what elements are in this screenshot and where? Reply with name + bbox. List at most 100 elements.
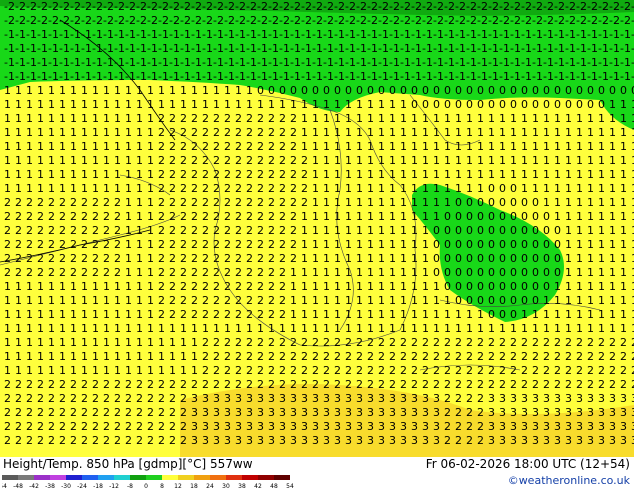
value-glyph: 2 [246, 224, 253, 237]
value-glyph: 2 [367, 350, 374, 363]
value-glyph: 1 [378, 308, 385, 321]
value-glyph: 0 [455, 280, 462, 293]
value-glyph: 1 [620, 98, 627, 111]
value-glyph: -1 [257, 42, 268, 55]
value-glyph: 0 [532, 196, 539, 209]
value-glyph: 2 [4, 252, 11, 265]
value-glyph: 1 [59, 350, 66, 363]
color-scale-tick: -48 [13, 483, 23, 489]
value-glyph: 1 [114, 154, 121, 167]
value-glyph: 1 [532, 182, 539, 195]
value-glyph: 1 [422, 196, 429, 209]
value-glyph: 2 [158, 280, 165, 293]
value-glyph: 2 [81, 392, 88, 405]
value-glyph: -1 [576, 70, 587, 83]
value-glyph: 1 [125, 168, 132, 181]
value-glyph: 3 [400, 392, 407, 405]
value-glyph: 0 [532, 84, 539, 97]
value-glyph: 1 [103, 182, 110, 195]
value-glyph: 0 [455, 196, 462, 209]
value-glyph: -1 [103, 70, 114, 83]
value-glyph: 0 [477, 98, 484, 111]
value-glyph: -2 [620, 0, 631, 13]
value-glyph: -2 [422, 0, 433, 13]
value-glyph: 1 [70, 182, 77, 195]
value-glyph: -1 [147, 28, 158, 41]
value-glyph: 2 [147, 434, 154, 447]
value-glyph: 1 [70, 322, 77, 335]
value-glyph: -1 [554, 70, 565, 83]
value-glyph: 1 [136, 168, 143, 181]
value-glyph: 2 [246, 210, 253, 223]
value-glyph: -1 [103, 42, 114, 55]
value-glyph: 1 [609, 154, 616, 167]
value-glyph: 2 [301, 168, 308, 181]
value-glyph: 1 [620, 182, 627, 195]
value-glyph: 1 [81, 182, 88, 195]
value-glyph: 2 [257, 364, 264, 377]
value-glyph: 1 [400, 98, 407, 111]
value-glyph: 1 [565, 322, 572, 335]
value-glyph: 1 [103, 154, 110, 167]
value-glyph: 2 [598, 336, 605, 349]
value-glyph: 1 [477, 168, 484, 181]
credit-link[interactable]: ©weatheronline.co.uk [508, 474, 630, 487]
value-glyph: 1 [488, 140, 495, 153]
value-glyph: 2 [191, 308, 198, 321]
value-glyph: 2 [48, 210, 55, 223]
value-glyph: 2 [92, 392, 99, 405]
value-glyph: 1 [114, 168, 121, 181]
value-glyph: 1 [70, 168, 77, 181]
value-glyph: 2 [224, 154, 231, 167]
value-glyph: 2 [554, 364, 561, 377]
value-glyph: 0 [609, 84, 616, 97]
value-glyph: 2 [48, 196, 55, 209]
value-glyph: 2 [114, 196, 121, 209]
value-glyph: 1 [26, 154, 33, 167]
value-glyph: 3 [433, 406, 440, 419]
value-glyph: 1 [378, 98, 385, 111]
value-glyph: 3 [202, 420, 209, 433]
value-glyph: 3 [224, 392, 231, 405]
value-glyph: 2 [367, 378, 374, 391]
value-glyph: -1 [202, 28, 213, 41]
value-glyph: -1 [136, 28, 147, 41]
value-glyph: 2 [290, 364, 297, 377]
value-glyph: 2 [169, 308, 176, 321]
value-glyph: 3 [191, 420, 198, 433]
value-glyph: -1 [224, 42, 235, 55]
value-glyph: 2 [620, 350, 627, 363]
value-glyph: 2 [312, 378, 319, 391]
value-glyph: -2 [422, 14, 433, 27]
value-glyph: -2 [367, 14, 378, 27]
value-glyph: 2 [92, 252, 99, 265]
value-glyph: -1 [15, 70, 26, 83]
value-glyph: 2 [378, 336, 385, 349]
value-glyph: 1 [620, 196, 627, 209]
value-glyph: 2 [180, 280, 187, 293]
value-glyph: 2 [4, 434, 11, 447]
value-glyph: 2 [257, 350, 264, 363]
value-glyph: 2 [257, 252, 264, 265]
value-glyph: 2 [136, 392, 143, 405]
value-glyph: -2 [543, 14, 554, 27]
value-glyph: 2 [257, 196, 264, 209]
value-glyph: 1 [312, 182, 319, 195]
value-glyph: 1 [565, 266, 572, 279]
value-glyph: 1 [565, 224, 572, 237]
value-glyph: 1 [565, 294, 572, 307]
value-glyph: -1 [466, 56, 477, 69]
value-glyph: -1 [301, 42, 312, 55]
value-glyph: 1 [598, 266, 605, 279]
value-glyph: 1 [598, 322, 605, 335]
value-glyph: 1 [345, 168, 352, 181]
value-glyph: 1 [334, 322, 341, 335]
value-glyph: 1 [554, 322, 561, 335]
value-glyph: 1 [147, 364, 154, 377]
value-glyph: 2 [158, 210, 165, 223]
value-glyph: 1 [444, 112, 451, 125]
value-glyph: 0 [477, 280, 484, 293]
value-glyph: 1 [587, 238, 594, 251]
value-glyph: 1 [466, 322, 473, 335]
value-glyph: 2 [246, 308, 253, 321]
